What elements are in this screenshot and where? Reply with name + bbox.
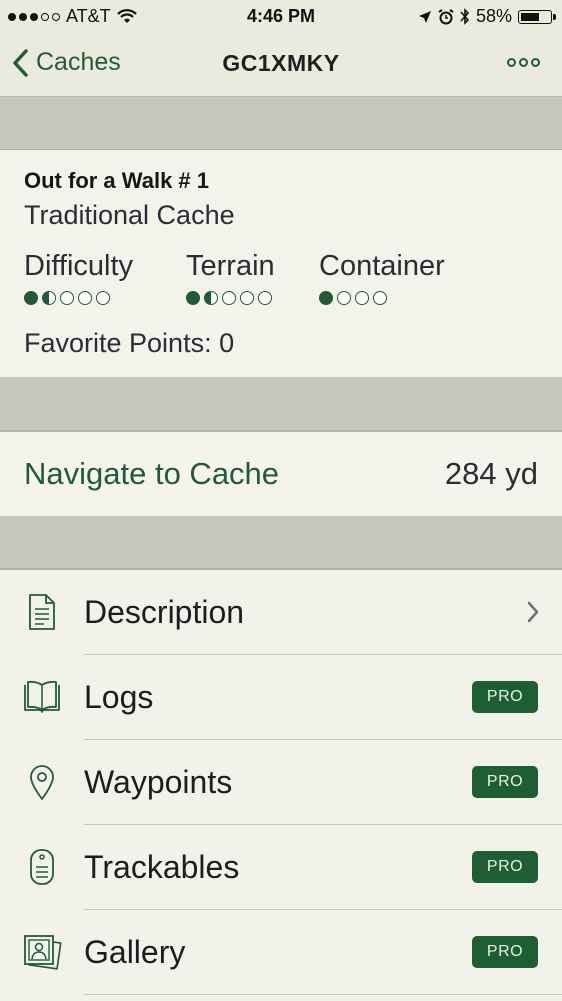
bluetooth-icon xyxy=(460,8,470,25)
section-separator xyxy=(0,516,562,569)
location-arrow-icon xyxy=(418,10,431,23)
menu-item-label: Logs xyxy=(84,679,154,715)
difficulty-label: Difficulty xyxy=(24,250,134,282)
pro-badge: PRO xyxy=(472,766,538,798)
section-separator xyxy=(0,377,562,431)
alarm-icon xyxy=(438,8,454,24)
status-right: 58% xyxy=(418,6,556,27)
battery-percent: 58% xyxy=(475,6,512,26)
terrain-label: Terrain xyxy=(186,250,275,282)
cache-menu-list: Description Logs PRO Waypoints PRO Track… xyxy=(0,569,562,1001)
menu-item-trackables[interactable]: Trackables PRO xyxy=(0,825,562,910)
terrain-circles xyxy=(186,291,275,305)
section-separator xyxy=(0,97,562,150)
container-circles xyxy=(319,291,445,305)
cache-info-card: Out for a Walk # 1 Traditional Cache Dif… xyxy=(0,150,562,376)
page-title: GC1XMKY xyxy=(222,50,340,76)
navigate-label: Navigate to Cache xyxy=(24,456,280,491)
menu-item-logs[interactable]: Logs PRO xyxy=(0,655,562,740)
book-icon xyxy=(24,680,60,713)
cache-name: Out for a Walk # 1 xyxy=(24,168,210,193)
container-rating: Container xyxy=(319,250,445,305)
terrain-rating: Terrain xyxy=(186,250,275,305)
distance-value: 284 yd xyxy=(444,456,538,491)
photo-gallery-icon xyxy=(24,935,62,970)
status-bar: AT&T 4:46 PM 58% xyxy=(0,0,562,34)
difficulty-rating: Difficulty xyxy=(24,250,133,305)
menu-item-gallery[interactable]: Gallery PRO xyxy=(0,910,562,995)
container-label: Container xyxy=(319,250,445,282)
navigation-bar: Caches GC1XMKY xyxy=(0,34,562,97)
menu-item-label: Description xyxy=(84,594,245,630)
pro-badge: PRO xyxy=(472,851,538,883)
more-options-button[interactable] xyxy=(507,58,540,67)
pro-badge: PRO xyxy=(472,936,538,968)
pro-badge: PRO xyxy=(472,681,538,713)
battery-icon xyxy=(518,9,556,24)
map-pin-icon xyxy=(30,765,54,800)
cache-type: Traditional Cache xyxy=(24,200,235,230)
favorite-points: Favorite Points: 0 xyxy=(24,328,235,358)
menu-item-waypoints[interactable]: Waypoints PRO xyxy=(0,740,562,825)
menu-item-label: Waypoints xyxy=(84,764,233,800)
trackable-tag-icon xyxy=(30,849,54,885)
document-icon xyxy=(29,594,55,630)
navigate-to-cache-row[interactable]: Navigate to Cache 284 yd xyxy=(0,431,562,516)
difficulty-circles xyxy=(24,291,133,305)
chevron-right-icon xyxy=(527,601,539,623)
menu-item-description[interactable]: Description xyxy=(0,570,562,655)
menu-item-label: Gallery xyxy=(84,934,186,970)
menu-item-label: Trackables xyxy=(84,849,240,885)
